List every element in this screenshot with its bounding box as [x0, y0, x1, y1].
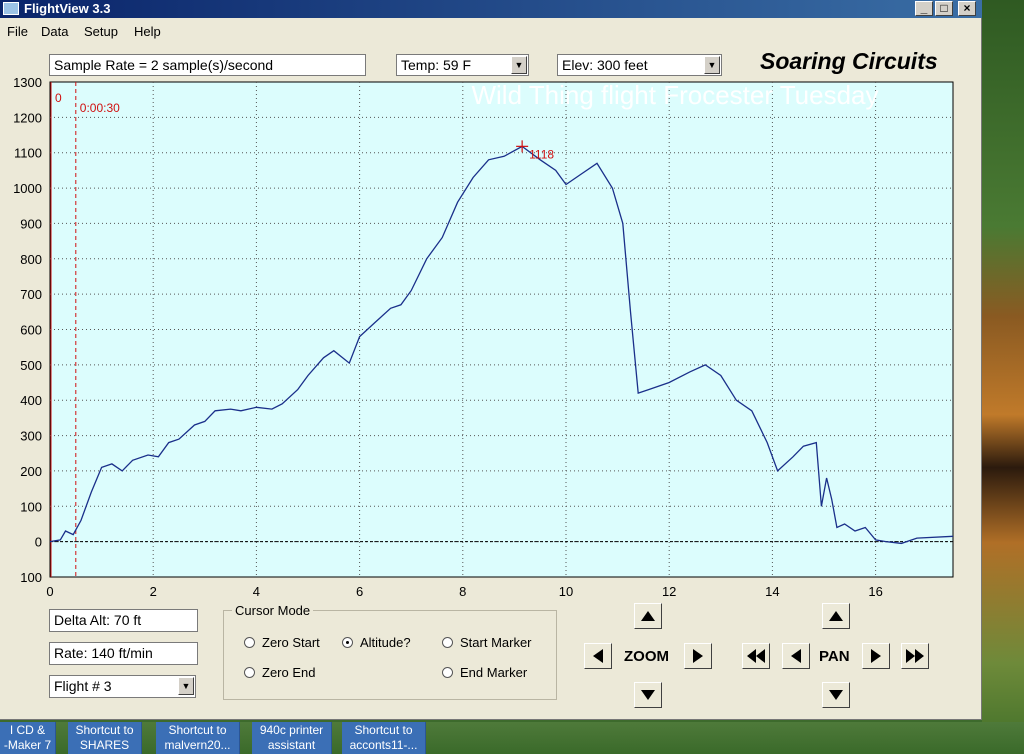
- close-button[interactable]: ×: [958, 1, 976, 16]
- taskbar-item-cd-maker[interactable]: I CD & -Maker 7: [0, 722, 56, 754]
- flightview-window: FlightView 3.3 _ □ × File Data Setup Hel…: [0, 0, 982, 720]
- radio-icon: [442, 667, 453, 678]
- x-axis-ticks: 0 2 4 6 8 10 12 14 16: [46, 584, 882, 599]
- y-tick-label: 800: [20, 252, 42, 267]
- triangle-down-icon: [641, 690, 655, 700]
- y-tick-label: 1100: [14, 146, 42, 161]
- flight-select[interactable]: Flight # 3 ▼: [49, 675, 196, 698]
- taskbar: I CD & -Maker 7 Shortcut to SHARES Shortcu…: [0, 722, 1024, 754]
- cursor-mode-group: Cursor Mode Zero Start Altitude? Start M…: [223, 603, 557, 700]
- zoom-right-button[interactable]: [684, 643, 712, 669]
- brand-logo: Soaring Circuits: [760, 48, 938, 74]
- zoom-label: ZOOM: [624, 648, 669, 665]
- double-triangle-right-icon: [906, 649, 924, 663]
- delta-alt-field[interactable]: Delta Alt: 70 ft: [49, 609, 198, 632]
- chart-title: Wild Thing flight Frocester Tuesday: [471, 80, 878, 110]
- radio-zero-start[interactable]: Zero Start: [244, 635, 320, 650]
- x-tick-label: 10: [559, 584, 573, 599]
- cursor-mode-legend: Cursor Mode: [232, 603, 314, 618]
- y-tick-label: 100: [20, 570, 42, 585]
- temp-value: Temp: 59 F: [401, 57, 472, 73]
- radio-icon: [244, 637, 255, 648]
- window-title: FlightView 3.3: [24, 1, 111, 16]
- radio-label: Zero End: [262, 665, 316, 680]
- y-tick-label: 500: [20, 358, 42, 373]
- menu-setup[interactable]: Setup: [84, 24, 118, 39]
- triangle-left-icon: [593, 649, 603, 663]
- title-bar[interactable]: FlightView 3.3 _ □ ×: [0, 0, 982, 18]
- maximize-button[interactable]: □: [935, 1, 953, 16]
- triangle-right-icon: [871, 649, 881, 663]
- zoom-up-button[interactable]: [634, 603, 662, 629]
- x-tick-label: 2: [150, 584, 157, 599]
- x-tick-label: 16: [868, 584, 882, 599]
- double-triangle-left-icon: [747, 649, 765, 663]
- y-tick-label: 1200: [13, 110, 42, 125]
- radio-end-marker[interactable]: End Marker: [442, 665, 527, 680]
- x-tick-label: 8: [459, 584, 466, 599]
- radio-start-marker[interactable]: Start Marker: [442, 635, 532, 650]
- radio-icon: [442, 637, 453, 648]
- radio-label: End Marker: [460, 665, 528, 680]
- y-tick-label: 100: [20, 499, 42, 514]
- radio-label: Zero Start: [262, 635, 320, 650]
- zoom-left-button[interactable]: [584, 643, 612, 669]
- pan-label: PAN: [819, 648, 850, 665]
- chevron-down-icon[interactable]: ▼: [178, 677, 194, 695]
- x-tick-label: 4: [253, 584, 260, 599]
- radio-altitude[interactable]: Altitude?: [342, 635, 411, 650]
- pan-left-button[interactable]: [782, 643, 810, 669]
- y-tick-label: 900: [20, 216, 42, 231]
- x-tick-label: 6: [356, 584, 363, 599]
- y-tick-label: 700: [20, 287, 42, 302]
- menu-bar: File Data Setup Help: [0, 20, 982, 42]
- taskbar-item-shares[interactable]: Shortcut to SHARES: [68, 722, 142, 754]
- rate-field[interactable]: Rate: 140 ft/min: [49, 642, 198, 665]
- taskbar-item-printer-assistant[interactable]: 940c printer assistant: [252, 722, 332, 754]
- triangle-up-icon: [829, 611, 843, 621]
- y-axis-ticks: 1300120011001000900800700600500400300200…: [13, 75, 42, 585]
- y-tick-label: 600: [20, 323, 42, 338]
- y-tick-label: 1000: [13, 181, 42, 196]
- desktop-wallpaper: [982, 0, 1024, 754]
- pan-fast-left-button[interactable]: [742, 643, 770, 669]
- x-tick-label: 14: [765, 584, 779, 599]
- triangle-left-icon: [791, 649, 801, 663]
- radio-label: Start Marker: [460, 635, 532, 650]
- menu-file[interactable]: File: [7, 24, 28, 39]
- radio-icon: [244, 667, 255, 678]
- start-marker-label: 0: [55, 91, 62, 105]
- triangle-up-icon: [641, 611, 655, 621]
- cursor-time-label: 0:00:30: [80, 101, 120, 115]
- triangle-right-icon: [693, 649, 703, 663]
- taskbar-item-malvern[interactable]: Shortcut to malvern20...: [156, 722, 240, 754]
- pan-up-button[interactable]: [822, 603, 850, 629]
- peak-value-label: 1118: [529, 147, 554, 161]
- pan-fast-right-button[interactable]: [901, 643, 929, 669]
- y-tick-label: 200: [20, 464, 42, 479]
- x-tick-label: 0: [46, 584, 53, 599]
- y-tick-label: 400: [20, 393, 42, 408]
- y-tick-label: 300: [20, 429, 42, 444]
- triangle-down-icon: [829, 690, 843, 700]
- y-tick-label: 0: [35, 535, 42, 550]
- app-icon: [3, 2, 19, 15]
- menu-data[interactable]: Data: [41, 24, 68, 39]
- x-tick-label: 12: [662, 584, 676, 599]
- radio-label: Altitude?: [360, 635, 411, 650]
- elev-value: Elev: 300 feet: [562, 57, 648, 73]
- minimize-button[interactable]: _: [915, 1, 933, 16]
- radio-selected-icon: [342, 637, 353, 648]
- zoom-down-button[interactable]: [634, 682, 662, 708]
- y-tick-label: 1300: [13, 75, 42, 90]
- altitude-chart[interactable]: 1300120011001000900800700600500400300200…: [0, 72, 982, 600]
- taskbar-item-acconts[interactable]: Shortcut to acconts11-...: [342, 722, 426, 754]
- pan-down-button[interactable]: [822, 682, 850, 708]
- pan-right-button[interactable]: [862, 643, 890, 669]
- flight-select-value: Flight # 3: [54, 678, 112, 694]
- radio-zero-end[interactable]: Zero End: [244, 665, 315, 680]
- menu-help[interactable]: Help: [134, 24, 161, 39]
